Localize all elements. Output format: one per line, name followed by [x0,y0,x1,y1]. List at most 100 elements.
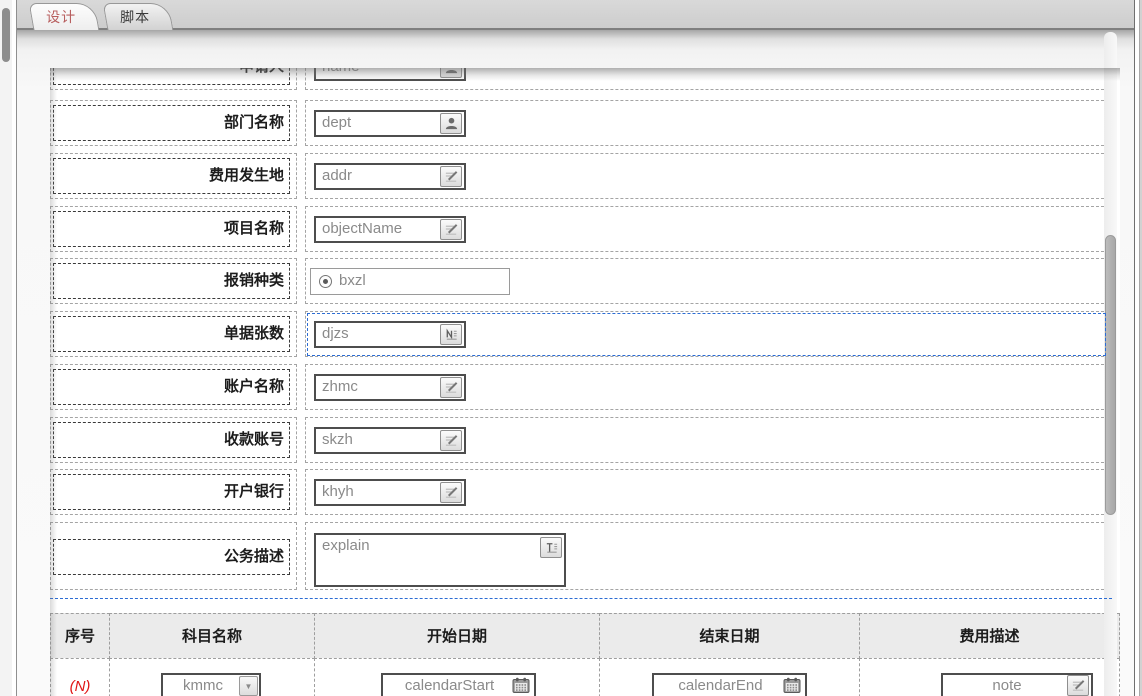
form-row: 报销种类 bxzl [50,258,1112,304]
dropdown-arrow-icon[interactable]: ▼ [239,676,258,696]
form-row: 部门名称 dept [50,100,1112,146]
text-input-field[interactable]: objectName [314,216,466,243]
column-header[interactable]: 费用描述 [859,613,1120,659]
label-cell[interactable]: 费用发生地 [50,153,297,199]
form-designer-app: { "tabs": [ { "label": "设计", "active": t… [0,0,1142,696]
label-cell[interactable]: 收款账号 [50,417,297,463]
designer-content: 申请人 name 部门名称 dept [17,30,1134,696]
form-row: 开户银行 khyh [50,469,1112,515]
label-cell[interactable]: 账户名称 [50,364,297,410]
right-scrollbar-thumb[interactable] [1105,235,1116,515]
text-input-field[interactable]: skzh [314,427,466,454]
text-edit-icon[interactable] [1067,675,1089,696]
field-label[interactable]: 项目名称 [53,211,290,247]
tab-design-label: 设计 [46,9,77,25]
end-date-field[interactable]: calendarEnd [652,673,807,696]
table-row-index-cell[interactable]: (N) [50,658,110,696]
field-value: skzh [322,431,353,448]
field-value: note [992,677,1022,694]
text-edit-icon[interactable] [440,219,462,240]
field-value: name [322,68,360,75]
label-cell[interactable]: 报销种类 [50,258,297,304]
calendar-icon[interactable] [512,677,530,694]
label-cell[interactable]: 单据张数 [50,311,297,357]
column-header[interactable]: 序号 [50,613,110,659]
input-cell[interactable]: objectName [305,206,1109,252]
field-value: kmmc [183,677,223,694]
label-cell[interactable]: 部门名称 [50,100,297,146]
row-index: (N) [69,678,91,695]
form-row: 账户名称 zhmc [50,364,1112,410]
input-cell[interactable]: explain [305,522,1109,590]
designer-tabbar: 设计 脚本 [17,0,1134,30]
label-cell[interactable]: 公务描述 [50,522,297,590]
start-date-field[interactable]: calendarStart [381,673,536,696]
text-input-field[interactable]: khyh [314,479,466,506]
field-value: bxzl [339,272,366,289]
table-cell-start-date[interactable]: calendarStart [314,658,600,696]
user-picker-icon[interactable] [440,68,462,78]
tab-design[interactable]: 设计 [28,3,100,30]
form-row: 收款账号 skzh [50,417,1112,463]
field-value: addr [322,167,353,184]
selection-boundary-line [50,598,1112,599]
user-picker-icon[interactable] [440,113,462,134]
table-cell-end-date[interactable]: calendarEnd [599,658,860,696]
table-cell-note[interactable]: note [859,658,1120,696]
column-header[interactable]: 开始日期 [314,613,600,659]
tab-script-label: 脚本 [120,9,151,25]
field-value: explain [322,537,370,554]
textarea-icon[interactable] [540,537,562,558]
left-scrollbar[interactable] [0,0,12,696]
table-cell-subject[interactable]: kmmc ▼ [109,658,315,696]
field-value: objectName [322,220,403,237]
input-cell[interactable]: name [305,68,1109,90]
selection-outline [307,313,1106,356]
field-label[interactable]: 单据张数 [53,316,290,352]
note-field[interactable]: note [941,673,1093,696]
form-canvas[interactable]: 申请人 name 部门名称 dept [50,68,1120,696]
text-edit-icon[interactable] [440,377,462,398]
input-cell[interactable]: bxzl [305,258,1109,304]
text-edit-icon[interactable] [440,166,462,187]
textarea-field[interactable]: explain [314,533,566,587]
calendar-icon[interactable] [783,677,801,694]
detail-table: 序号 科目名称 开始日期 结束日期 费用描述 (N) kmmc ▼ calend… [50,613,1120,696]
form-row: 项目名称 objectName [50,206,1112,252]
form-row: 公务描述 explain [50,522,1112,590]
field-label[interactable]: 公务描述 [53,539,290,575]
radio-group-field[interactable]: bxzl [310,268,510,295]
text-input-field[interactable]: addr [314,163,466,190]
input-cell[interactable]: dept [305,100,1109,146]
text-input-field[interactable]: zhmc [314,374,466,401]
input-cell[interactable]: skzh [305,417,1109,463]
label-cell[interactable]: 申请人 [50,68,297,90]
field-label[interactable]: 收款账号 [53,422,290,458]
right-panel-divider [1134,0,1135,696]
text-edit-icon[interactable] [440,482,462,503]
field-label[interactable]: 账户名称 [53,369,290,405]
left-scrollbar-thumb[interactable] [2,8,10,62]
field-label[interactable]: 部门名称 [53,105,290,141]
field-label[interactable]: 费用发生地 [53,158,290,194]
radio-button-icon[interactable] [319,275,332,288]
field-value: calendarEnd [678,677,763,694]
input-cell[interactable]: khyh [305,469,1109,515]
field-label[interactable]: 开户银行 [53,474,290,510]
field-label[interactable]: 报销种类 [53,263,290,299]
label-cell[interactable]: 开户银行 [50,469,297,515]
field-value: zhmc [322,378,358,395]
input-cell[interactable]: addr [305,153,1109,199]
user-picker-field[interactable]: dept [314,110,466,137]
field-value: calendarStart [404,677,495,694]
field-value: dept [322,114,352,131]
text-edit-icon[interactable] [440,430,462,451]
input-cell[interactable]: zhmc [305,364,1109,410]
column-header[interactable]: 科目名称 [109,613,315,659]
user-picker-field[interactable]: name [314,68,466,81]
column-header[interactable]: 结束日期 [599,613,860,659]
subject-select-field[interactable]: kmmc ▼ [161,673,261,696]
label-cell[interactable]: 项目名称 [50,206,297,252]
field-label[interactable]: 申请人 [53,68,290,85]
tab-script[interactable]: 脚本 [102,3,174,30]
